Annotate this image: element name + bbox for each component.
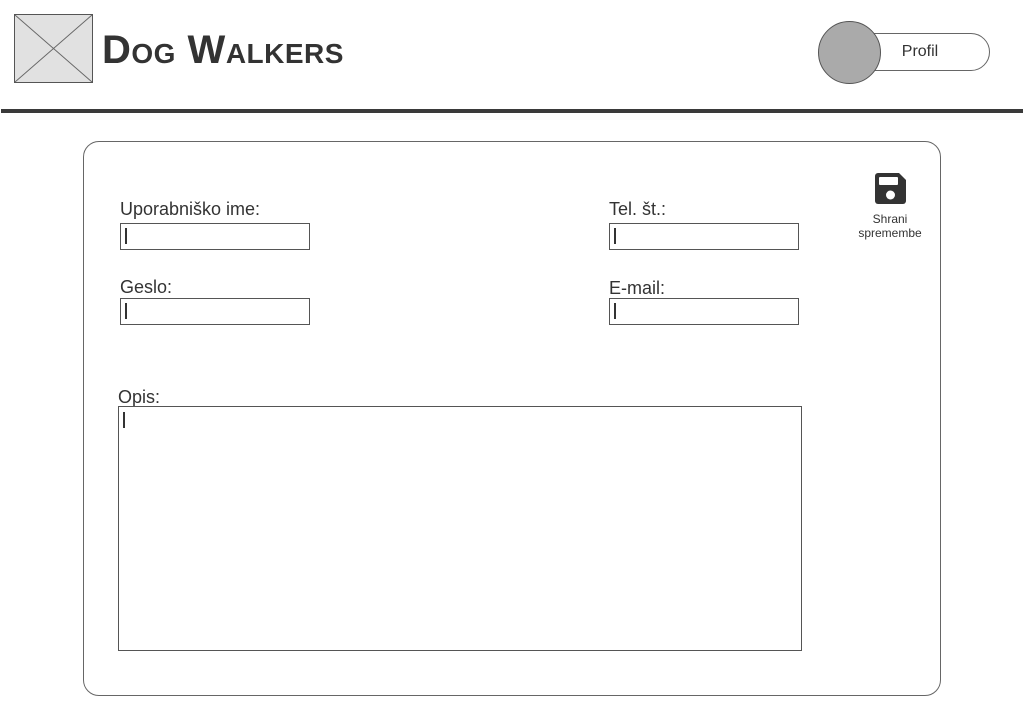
floppy-disk-icon: [875, 173, 906, 204]
text-caret: [614, 303, 616, 319]
header-divider: [1, 109, 1023, 113]
text-caret: [125, 228, 127, 244]
email-input[interactable]: [609, 298, 799, 325]
logo-image-placeholder: [14, 14, 93, 83]
text-caret: [614, 228, 616, 244]
phone-input[interactable]: [609, 223, 799, 250]
description-textarea[interactable]: [118, 406, 802, 651]
phone-label: Tel. št.:: [609, 199, 667, 219]
password-label: Geslo:: [120, 277, 173, 297]
password-input[interactable]: [120, 298, 310, 325]
avatar[interactable]: [818, 21, 881, 84]
username-input[interactable]: [120, 223, 310, 250]
text-caret: [125, 303, 127, 319]
description-label: Opis:: [118, 387, 161, 407]
email-label: E-mail:: [609, 278, 666, 298]
save-changes-label: Shrani spremembe: [858, 212, 922, 240]
image-placeholder-icon: [15, 15, 92, 82]
profile-edit-page: Dog Walkers Profil Uporabniško ime: Gesl…: [0, 0, 1024, 728]
brand-title: Dog Walkers: [102, 28, 344, 72]
text-caret: [123, 412, 125, 428]
username-label: Uporabniško ime:: [120, 199, 261, 219]
save-changes-button[interactable]: Shrani spremembe: [852, 170, 928, 246]
